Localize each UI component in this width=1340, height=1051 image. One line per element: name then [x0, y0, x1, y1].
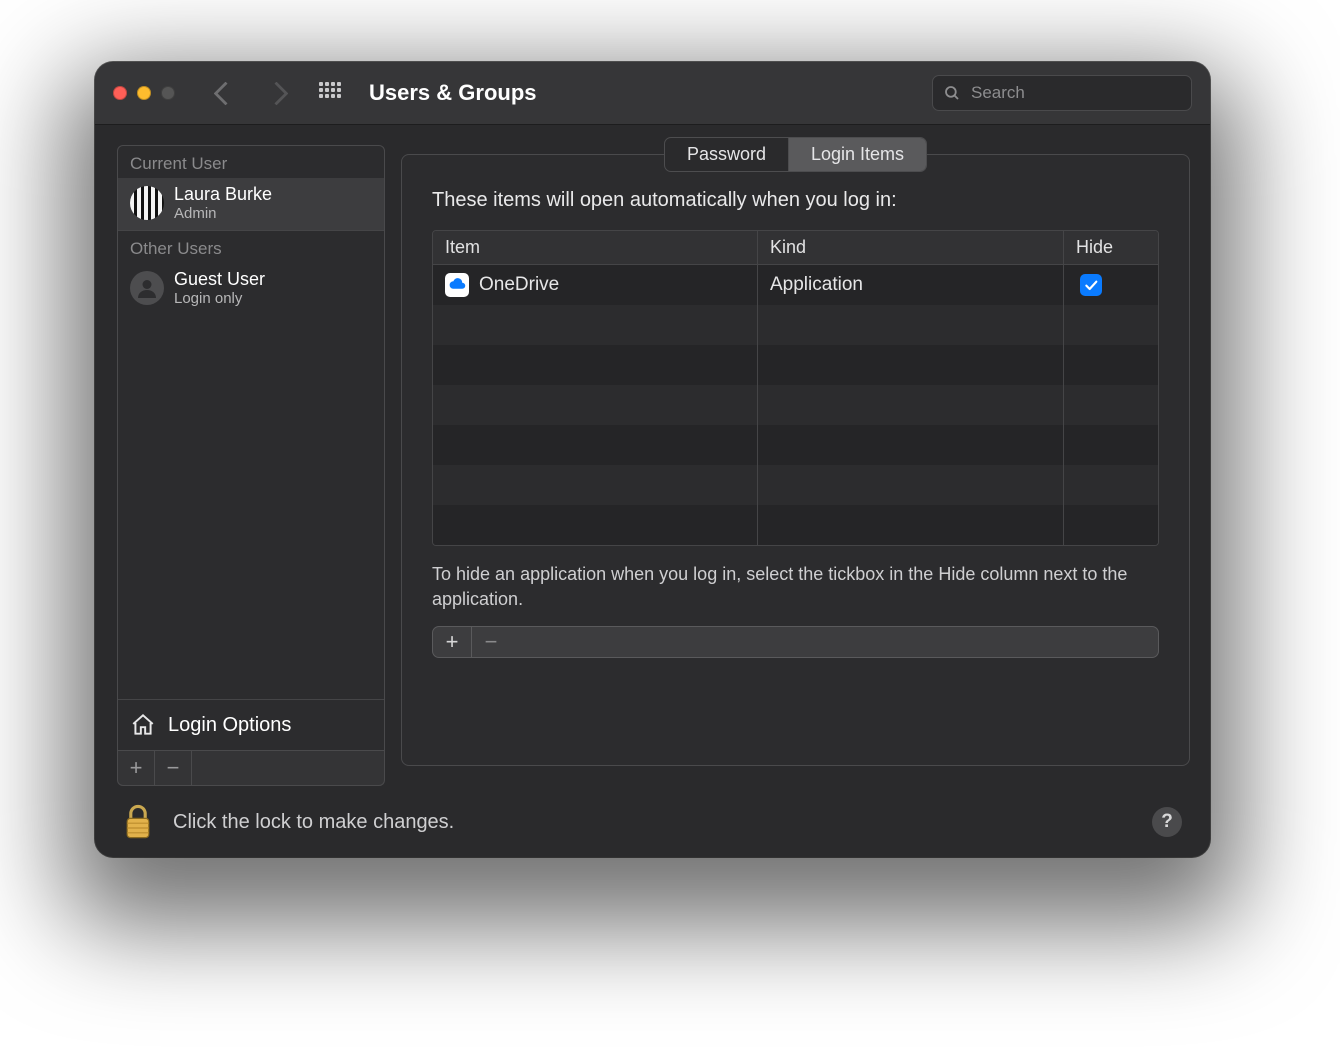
table-row-empty — [433, 345, 1158, 385]
remove-user-button[interactable]: − — [155, 751, 192, 785]
lock-icon[interactable] — [123, 804, 153, 840]
onedrive-icon — [445, 273, 469, 297]
panel-help-text: To hide an application when you log in, … — [432, 562, 1159, 612]
forward-button[interactable] — [264, 81, 288, 105]
minimize-window-button[interactable] — [137, 86, 151, 100]
table-row[interactable]: OneDrive Application — [433, 265, 1158, 305]
add-user-button[interactable]: + — [118, 751, 155, 785]
column-item[interactable]: Item — [433, 231, 757, 264]
panel-intro: These items will open automatically when… — [432, 189, 1159, 212]
table-row-empty — [433, 465, 1158, 505]
sidebar-section-current: Current User — [118, 146, 384, 178]
back-button[interactable] — [213, 81, 237, 105]
preferences-window: Users & Groups Current User Laura Burke … — [95, 62, 1210, 857]
tab-password[interactable]: Password — [665, 138, 789, 171]
sidebar-footer: + − — [117, 751, 385, 786]
item-kind: Application — [770, 274, 863, 296]
login-items-table: Item Kind Hide OneDrive Application — [432, 230, 1159, 546]
avatar-icon — [130, 271, 164, 305]
tab-login-items[interactable]: Login Items — [789, 138, 926, 171]
search-input[interactable] — [969, 82, 1181, 104]
login-items-plusminus: + − — [432, 626, 1159, 658]
sidebar-user-current[interactable]: Laura Burke Admin — [118, 178, 384, 230]
window-title: Users & Groups — [369, 80, 537, 106]
login-items-panel: These items will open automatically when… — [401, 154, 1190, 766]
table-row-empty — [433, 505, 1158, 545]
window-controls — [113, 86, 175, 100]
lock-hint-text: Click the lock to make changes. — [173, 811, 454, 834]
table-row-empty — [433, 305, 1158, 345]
login-options-label: Login Options — [168, 714, 291, 737]
user-role: Login only — [174, 290, 265, 307]
titlebar: Users & Groups — [95, 62, 1210, 125]
avatar-icon — [130, 186, 164, 220]
search-icon — [943, 84, 961, 102]
close-window-button[interactable] — [113, 86, 127, 100]
help-button[interactable]: ? — [1152, 807, 1182, 837]
nav-arrows — [217, 85, 285, 102]
table-row-empty — [433, 385, 1158, 425]
user-name: Laura Burke — [174, 184, 272, 205]
login-options-button[interactable]: Login Options — [118, 699, 384, 750]
item-name: OneDrive — [479, 274, 559, 296]
zoom-window-button[interactable] — [161, 86, 175, 100]
window-footer: Click the lock to make changes. ? — [95, 786, 1210, 857]
users-sidebar: Current User Laura Burke Admin Other Use… — [95, 125, 385, 786]
user-name: Guest User — [174, 269, 265, 290]
hide-checkbox[interactable] — [1080, 274, 1102, 296]
show-all-preferences-button[interactable] — [319, 82, 341, 104]
remove-login-item-button[interactable]: − — [471, 627, 510, 657]
column-kind[interactable]: Kind — [757, 231, 1063, 264]
tab-group: Password Login Items — [664, 137, 927, 172]
sidebar-user-guest[interactable]: Guest User Login only — [118, 263, 384, 315]
add-login-item-button[interactable]: + — [433, 627, 471, 657]
user-role: Admin — [174, 205, 272, 222]
table-header: Item Kind Hide — [433, 231, 1158, 265]
column-hide[interactable]: Hide — [1063, 231, 1158, 264]
sidebar-section-other: Other Users — [118, 231, 384, 263]
table-row-empty — [433, 425, 1158, 465]
house-icon — [130, 712, 156, 738]
search-field[interactable] — [932, 75, 1192, 111]
